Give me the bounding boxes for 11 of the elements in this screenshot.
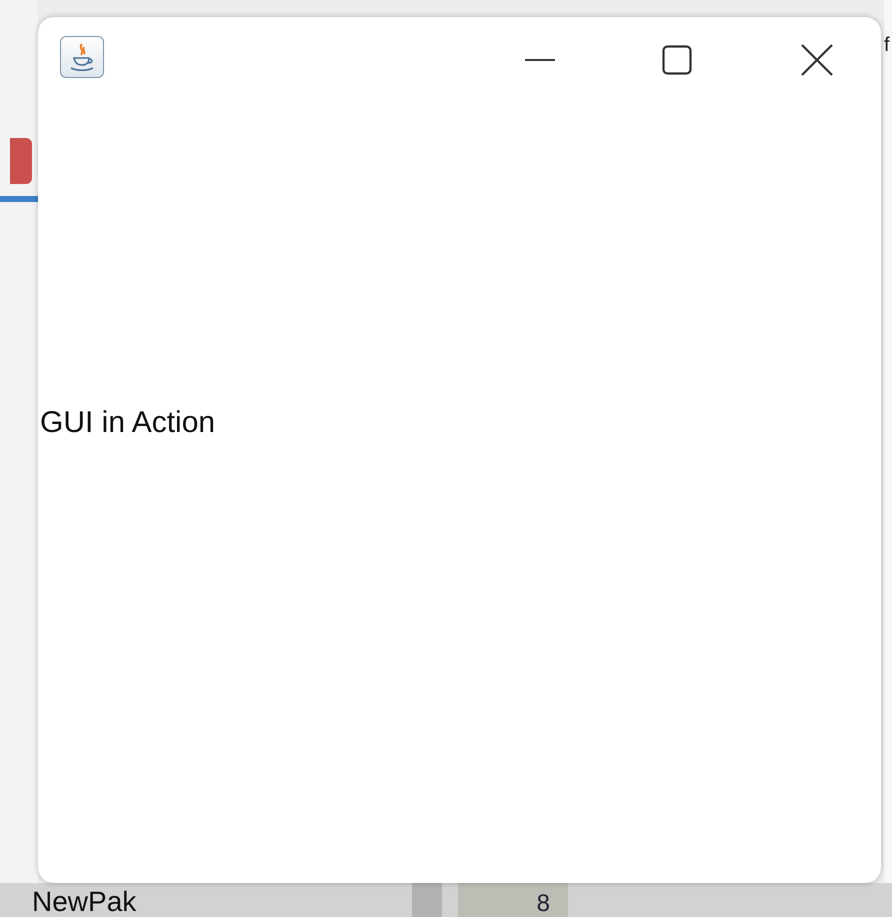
scrollbar[interactable] xyxy=(412,883,442,917)
window-label: GUI in Action xyxy=(40,406,216,440)
table-cell: 8 xyxy=(458,883,568,917)
minimize-icon xyxy=(525,58,555,62)
selection-bar xyxy=(0,196,38,202)
editor-text: f xyxy=(884,34,890,57)
close-tab-button[interactable] xyxy=(10,138,32,184)
close-icon xyxy=(801,44,833,76)
coffee-cup-icon xyxy=(60,36,104,78)
maximize-icon xyxy=(662,45,692,75)
tree-item[interactable]: NewPak xyxy=(32,887,412,917)
